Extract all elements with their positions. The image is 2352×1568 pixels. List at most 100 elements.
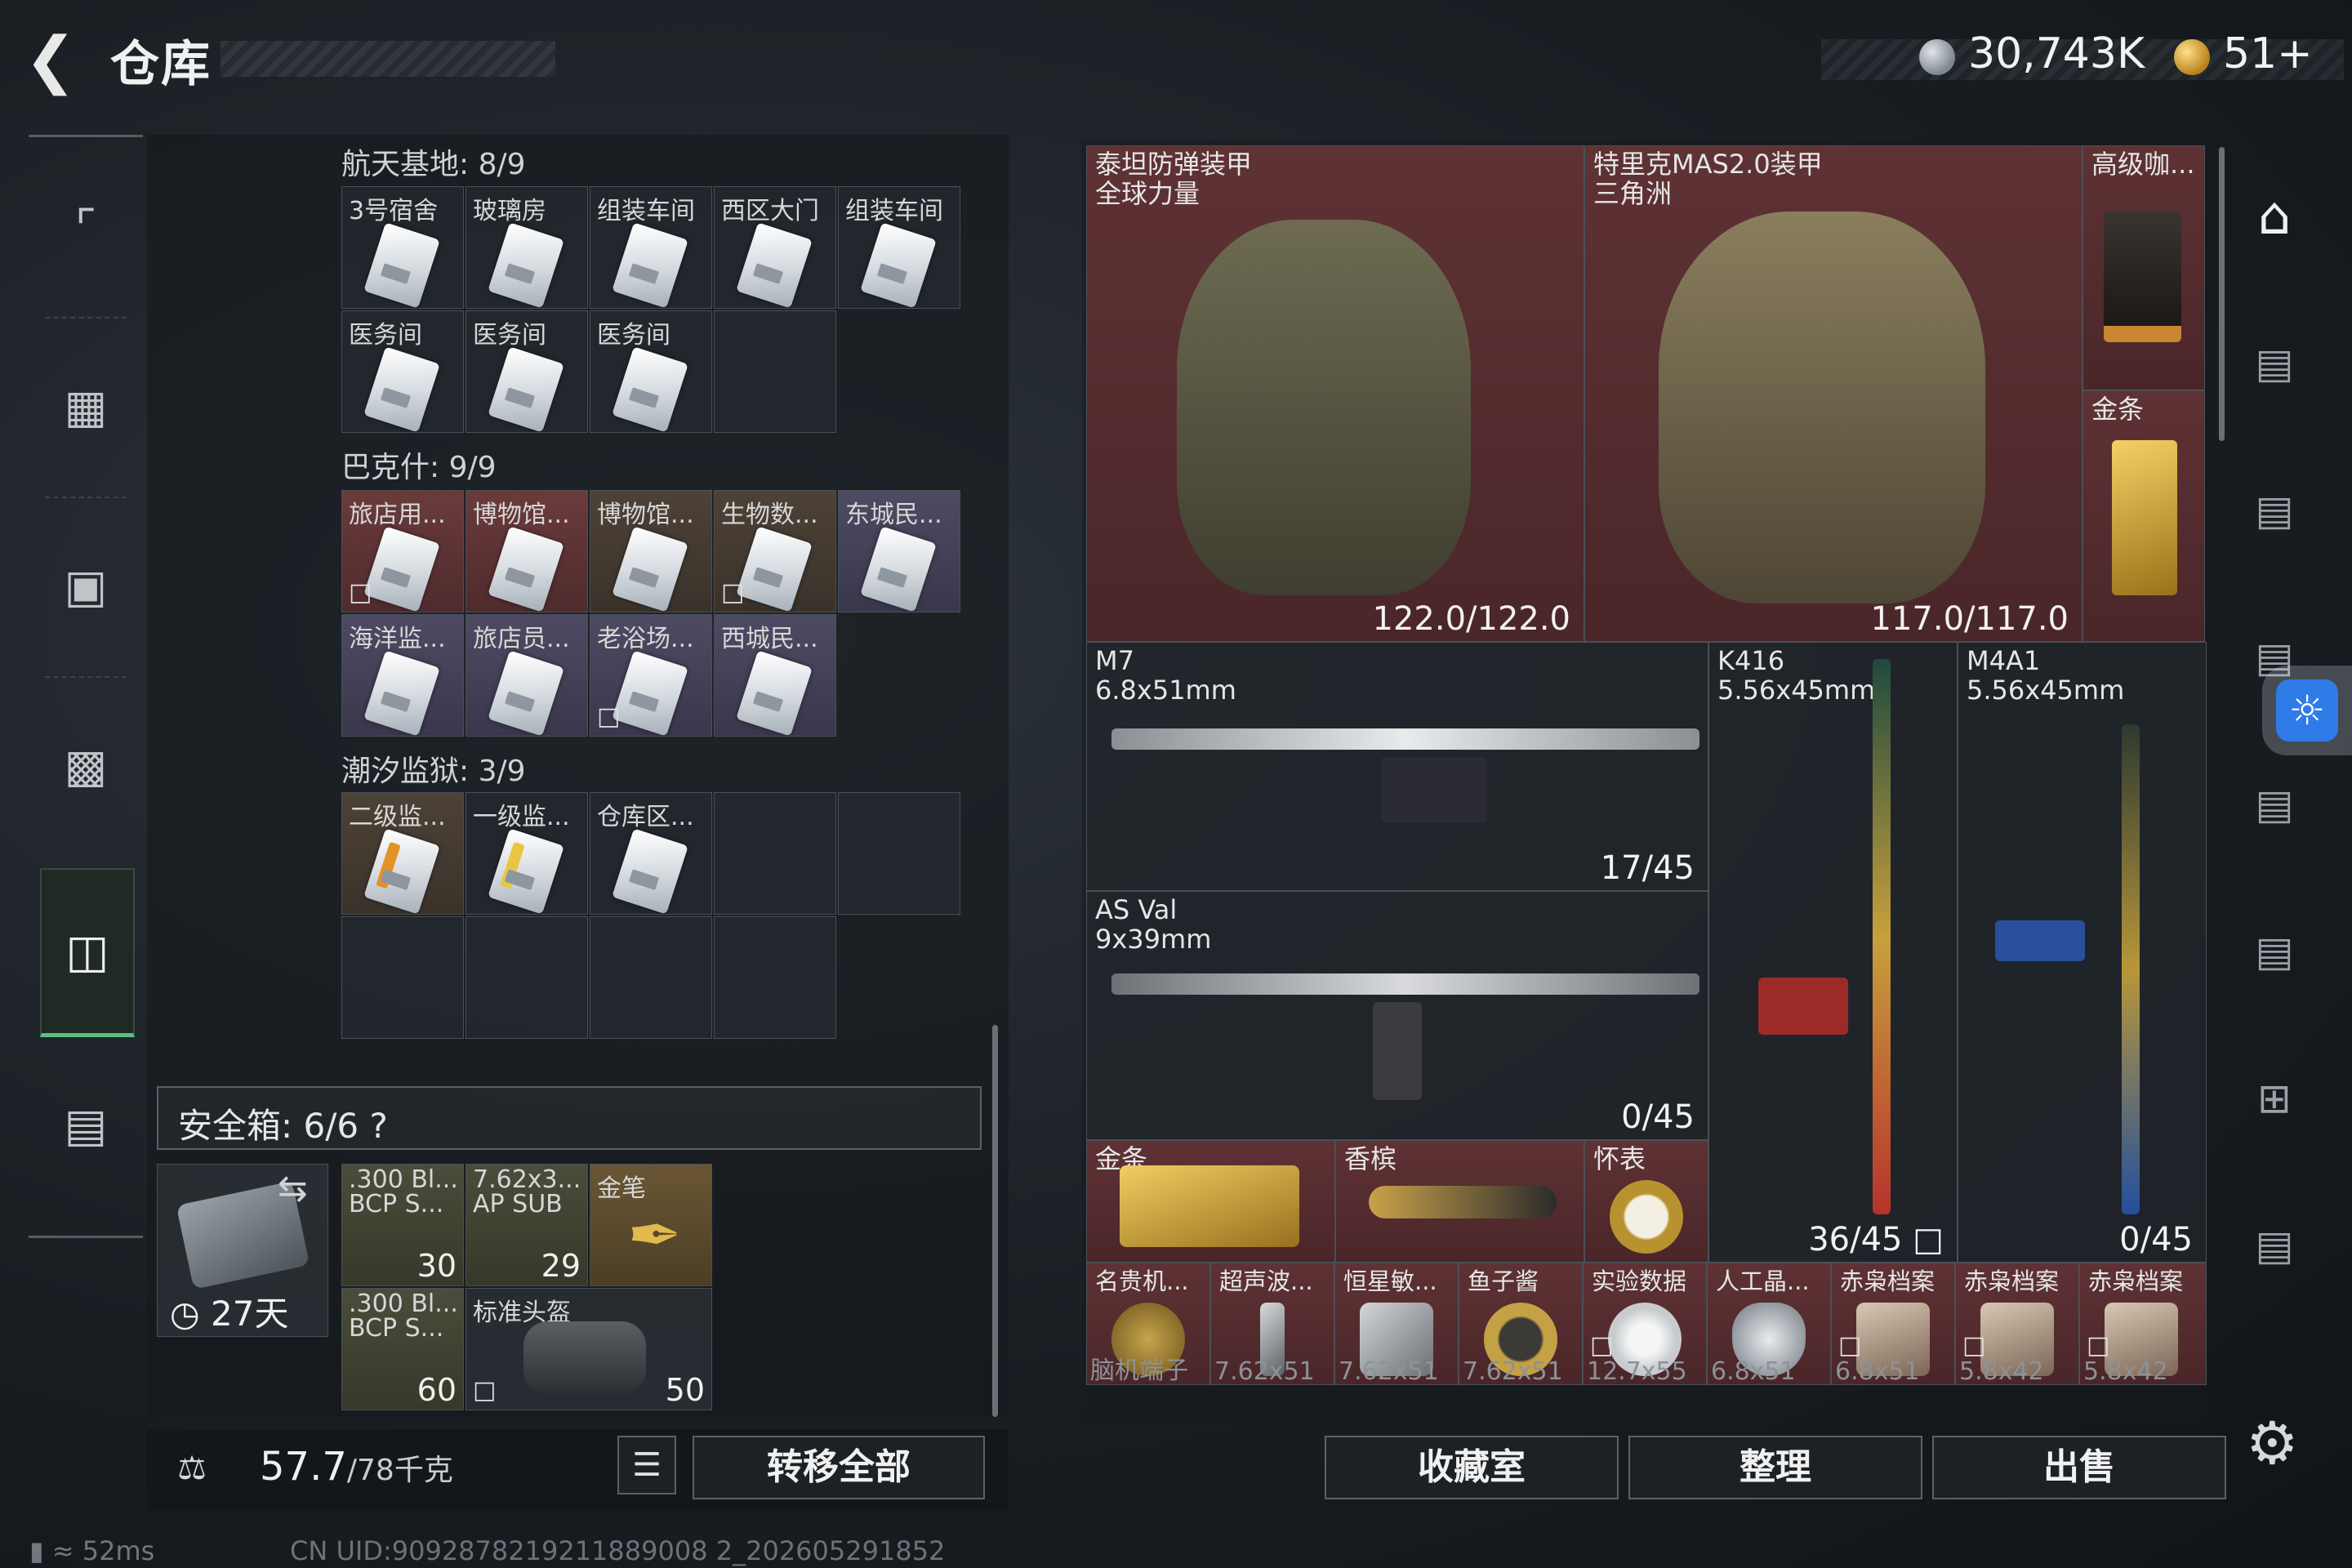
item-name: 名贵机... (1095, 1267, 1189, 1295)
ammo-item[interactable]: .300 Bl... BCP S... 60 (341, 1288, 464, 1410)
stash-item[interactable]: 赤枭档案 □ 6.8x51 (1831, 1263, 1955, 1385)
stash-item[interactable]: 名贵机... 脑机端子 (1086, 1263, 1210, 1385)
keycard-icon (488, 222, 564, 308)
accessibility-icon[interactable]: ☼ (2276, 679, 2338, 742)
stash-item[interactable]: 赤枭档案 □ 5.8x42 (2079, 1263, 2207, 1385)
back-arrow-icon[interactable]: ❮ (24, 29, 82, 91)
empty-slot[interactable] (341, 916, 464, 1039)
briefcase-icon[interactable]: ▤ (29, 1044, 143, 1207)
keycard-item[interactable]: 西区大门 (714, 186, 836, 309)
pocket-watch-item[interactable]: 怀表 (1584, 1140, 1708, 1263)
helmet-item[interactable]: 标准头盔 □ 50 (466, 1288, 712, 1410)
storage-icon[interactable]: ◫ (40, 868, 135, 1037)
keycard-item[interactable]: 医务间 (466, 310, 588, 433)
swap-icon[interactable]: ⇆ (278, 1168, 308, 1209)
weapon-item[interactable]: K416 5.56x45mm 36/45 □ (1708, 642, 1958, 1263)
keycard-item[interactable]: 组装车间 (838, 186, 960, 309)
keycard-icon (488, 828, 564, 914)
next-item-name: 6.8x51 (1835, 1357, 1920, 1385)
weapon-item[interactable]: M7 6.8x51mm 17/45 (1086, 642, 1708, 891)
item-name: 海洋监... (349, 625, 446, 653)
backpack-icon[interactable]: ▣ (29, 505, 143, 668)
stash-item[interactable]: 鱼子酱 7.62x51 (1459, 1263, 1583, 1385)
empty-slot[interactable] (714, 792, 836, 915)
weapon-name: M4A1 (1967, 645, 2041, 676)
keycard-item[interactable]: 海洋监... (341, 614, 464, 737)
empty-slot[interactable] (838, 792, 960, 915)
stash-home-icon[interactable]: ⌂ (2238, 180, 2311, 253)
weapon-item[interactable]: AS Val 9x39mm 0/45 (1086, 891, 1708, 1140)
no-sell-icon: □ (1838, 1331, 1862, 1360)
organize-button[interactable]: 整理 (1628, 1436, 1922, 1499)
keycard-icon (363, 526, 440, 612)
stash-item[interactable]: 实验数据 □ 12.7x55 (1583, 1263, 1707, 1385)
stash-item[interactable]: 超声波... 7.62x51 (1210, 1263, 1334, 1385)
stash-item[interactable]: 恒星敏... 7.62x51 (1334, 1263, 1459, 1385)
empty-slot[interactable] (714, 916, 836, 1039)
stash-page-6-icon[interactable]: ▤ (2238, 1209, 2311, 1282)
left-scrollbar[interactable] (992, 1025, 998, 1417)
keycard-item[interactable]: 博物馆... (466, 490, 588, 612)
item-name: 医务间 (473, 321, 546, 350)
section-grid-3: 二级监... 一级监... 仓库区... (341, 792, 966, 1045)
stash-item[interactable]: 人工晶... 6.8x51 (1707, 1263, 1831, 1385)
keycard-item[interactable]: 旅店用... □ (341, 490, 464, 612)
stash-page-4-icon[interactable]: ▤ (2238, 768, 2311, 841)
goldbar-item[interactable]: 金条 (1086, 1140, 1335, 1263)
empty-slot[interactable] (590, 916, 712, 1039)
armor-item[interactable]: 特里克MAS2.0装甲 三角洲 117.0/117.0 (1584, 145, 2082, 642)
keycard-item[interactable]: 医务间 (590, 310, 712, 433)
empty-slot[interactable] (714, 310, 836, 433)
keycard-item[interactable]: 老浴场... □ (590, 614, 712, 737)
coffee-item[interactable]: 高级咖... (2082, 145, 2205, 390)
item-name: .300 Bl... BCP S... (349, 1165, 458, 1218)
champagne-item[interactable]: 香槟 (1335, 1140, 1584, 1263)
nav-divider (45, 497, 127, 498)
keycard-item[interactable]: 3号宿舍 (341, 186, 464, 309)
vest-icon[interactable]: ▦ (29, 325, 143, 488)
weapon-name: AS Val (1095, 894, 1178, 925)
nav-divider (45, 317, 127, 318)
item-name: AS Val 9x39mm (1095, 895, 1211, 954)
list-view-button[interactable]: ☰ (617, 1436, 676, 1494)
stash-page-1-icon[interactable]: ▤ (2238, 327, 2311, 400)
rifle-icon (1873, 659, 1891, 1214)
keycard-item[interactable]: 博物馆... (590, 490, 712, 612)
stash-page-2-icon[interactable]: ▤ (2238, 474, 2311, 547)
bag-icon[interactable]: ▩ (29, 684, 143, 848)
ammo-item[interactable]: 7.62x3... AP SUB 29 (466, 1164, 588, 1286)
sell-button[interactable]: 出售 (1932, 1436, 2226, 1499)
gold-pen-item[interactable]: 金笔 ✒ (590, 1164, 712, 1286)
keycard-icon (488, 346, 564, 432)
right-scrollbar[interactable] (2219, 147, 2225, 441)
no-sell-icon: □ (1913, 1221, 1944, 1258)
stash-page-5-icon[interactable]: ▤ (2238, 915, 2311, 988)
silver-currency[interactable]: 30,743K (1968, 29, 2145, 78)
section-label: 巴克什: 9/9 (341, 451, 497, 484)
keycard-item[interactable]: 生物数... □ (714, 490, 836, 612)
gold-currency[interactable]: 51+ (2223, 29, 2313, 78)
item-name: 西城民... (721, 625, 818, 653)
goldbar-item[interactable]: 金条 (2082, 390, 2205, 642)
rifle-mag-icon (1995, 920, 2085, 961)
weight-current: 57.7 (260, 1444, 347, 1490)
settings-gear-icon[interactable]: ⚙ (2246, 1409, 2299, 1477)
collection-room-button[interactable]: 收藏室 (1325, 1436, 1619, 1499)
keycard-item[interactable]: 玻璃房 (466, 186, 588, 309)
ammo-item[interactable]: .300 Bl... BCP S... 30 (341, 1164, 464, 1286)
pistol-icon[interactable]: ⌜ (29, 145, 143, 309)
weapon-item[interactable]: M4A1 5.56x45mm 0/45 (1958, 642, 2207, 1263)
stash-item[interactable]: 赤枭档案 □ 5.8x42 (1955, 1263, 2079, 1385)
keycard-item[interactable]: 医务间 (341, 310, 464, 433)
keycard-item[interactable]: 旅店员... (466, 614, 588, 737)
empty-slot[interactable] (466, 916, 588, 1039)
keycard-item[interactable]: 一级监... (466, 792, 588, 915)
keycard-item[interactable]: 东城民... (838, 490, 960, 612)
stash-page-add-icon[interactable]: ⊞ (2238, 1062, 2311, 1135)
keycard-item[interactable]: 仓库区... (590, 792, 712, 915)
armor-item[interactable]: 泰坦防弹装甲 全球力量 122.0/122.0 (1086, 145, 1584, 642)
keycard-item[interactable]: 二级监... (341, 792, 464, 915)
keycard-item[interactable]: 西城民... (714, 614, 836, 737)
transfer-all-button[interactable]: 转移全部 (693, 1436, 985, 1499)
keycard-item[interactable]: 组装车间 (590, 186, 712, 309)
